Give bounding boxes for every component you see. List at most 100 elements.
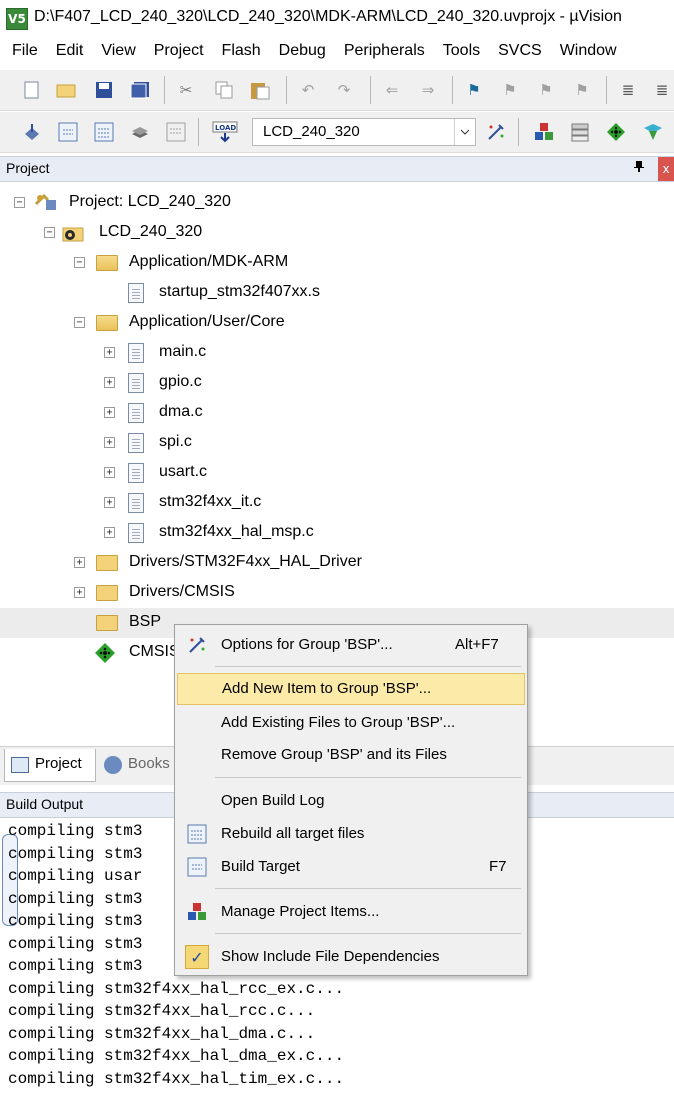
- file-icon: [128, 403, 144, 423]
- next-bookmark-icon[interactable]: ⚑: [536, 80, 556, 100]
- folder-open-icon: [96, 315, 118, 331]
- save-icon[interactable]: [94, 80, 114, 100]
- menu-flash[interactable]: Flash: [213, 36, 270, 66]
- menu-item-manage-project-items[interactable]: Manage Project Items...: [177, 896, 525, 928]
- menu-item-add-existing-files[interactable]: Add Existing Files to Group 'BSP'...: [177, 707, 525, 739]
- new-file-icon[interactable]: [22, 80, 42, 100]
- log-line: compiling stm3: [8, 890, 143, 908]
- indent-icon[interactable]: ≣: [618, 80, 638, 100]
- log-line: compiling stm32f4xx_hal_tim_ex.c...: [8, 1070, 345, 1088]
- log-line: compiling stm32f4xx_hal_dma_ex.c...: [8, 1047, 345, 1065]
- collapse-toggle-icon[interactable]: −: [14, 197, 25, 208]
- navigate-forward-icon[interactable]: ⇒: [418, 80, 438, 100]
- menu-item-open-build-log[interactable]: Open Build Log: [177, 785, 525, 817]
- tree-node-file[interactable]: + gpio.c: [0, 368, 674, 398]
- expand-toggle-icon[interactable]: +: [74, 587, 85, 598]
- translate-icon[interactable]: [22, 122, 42, 142]
- tree-node-file[interactable]: + stm32f4xx_it.c: [0, 488, 674, 518]
- menu-project[interactable]: Project: [145, 36, 213, 66]
- rebuild-icon[interactable]: [94, 122, 114, 142]
- tree-label-group: Drivers/STM32F4xx_HAL_Driver: [129, 553, 362, 570]
- tree-node-project[interactable]: − Project: LCD_240_320: [0, 188, 674, 218]
- copy-icon[interactable]: [214, 80, 234, 100]
- open-folder-icon[interactable]: [56, 80, 76, 100]
- tree-node-file[interactable]: + main.c: [0, 338, 674, 368]
- menu-view[interactable]: View: [92, 36, 144, 66]
- pin-icon[interactable]: [634, 160, 644, 176]
- log-line: compiling stm3: [8, 822, 143, 840]
- menu-window[interactable]: Window: [551, 36, 626, 66]
- tree-node-file[interactable]: + dma.c: [0, 398, 674, 428]
- project-panel-header: Project x: [0, 156, 674, 182]
- expand-toggle-icon[interactable]: +: [104, 467, 115, 478]
- expand-toggle-icon[interactable]: +: [104, 407, 115, 418]
- menu-peripherals[interactable]: Peripherals: [335, 36, 434, 66]
- tree-node-file[interactable]: + stm32f4xx_hal_msp.c: [0, 518, 674, 548]
- tree-label-file: stm32f4xx_hal_msp.c: [159, 523, 314, 540]
- clear-bookmarks-icon[interactable]: ⚑: [572, 80, 592, 100]
- manage-rte-icon[interactable]: [606, 122, 626, 142]
- paste-icon[interactable]: [250, 80, 270, 100]
- tree-node-group-user-core[interactable]: − Application/User/Core: [0, 308, 674, 338]
- menu-item-remove-group[interactable]: Remove Group 'BSP' and its Files: [177, 739, 525, 771]
- tree-node-target[interactable]: − LCD_240_320: [0, 218, 674, 248]
- tree-node-group-hal-driver[interactable]: + Drivers/STM32F4xx_HAL_Driver: [0, 548, 674, 578]
- file-icon: [128, 463, 144, 483]
- collapse-toggle-icon[interactable]: −: [44, 227, 55, 238]
- tree-label-group: Application/MDK-ARM: [129, 253, 289, 270]
- cut-icon[interactable]: ✂: [176, 80, 196, 100]
- bookmark-icon[interactable]: ⚑: [464, 80, 484, 100]
- window-title: D:\F407_LCD_240_320\LCD_240_320\MDK-ARM\…: [34, 8, 622, 25]
- unindent-icon[interactable]: ≣: [652, 80, 672, 100]
- save-all-icon[interactable]: [130, 80, 150, 100]
- toolbar-separator: [606, 76, 607, 104]
- prev-bookmark-icon[interactable]: ⚑: [500, 80, 520, 100]
- batch-build-icon[interactable]: [130, 122, 150, 142]
- chevron-down-icon[interactable]: [454, 119, 475, 145]
- menu-tools[interactable]: Tools: [434, 36, 489, 66]
- stop-build-icon[interactable]: [166, 122, 186, 142]
- menu-item-options-for-group[interactable]: Options for Group 'BSP'... Alt+F7: [177, 629, 525, 661]
- toolbar-separator: [286, 76, 287, 104]
- file-toolbar: ✂ ↶ ↷ ⇐ ⇒ ⚑ ⚑ ⚑ ⚑ ≣ ≣: [0, 70, 674, 111]
- expand-toggle-icon[interactable]: +: [104, 497, 115, 508]
- tree-node-file[interactable]: + usart.c: [0, 458, 674, 488]
- menu-debug[interactable]: Debug: [270, 36, 335, 66]
- redo-icon[interactable]: ↷: [334, 80, 354, 100]
- undo-icon[interactable]: ↶: [298, 80, 318, 100]
- manage-project-items-icon[interactable]: [534, 122, 554, 142]
- collapse-toggle-icon[interactable]: −: [74, 257, 85, 268]
- navigate-back-icon[interactable]: ⇐: [382, 80, 402, 100]
- build-icon[interactable]: [58, 122, 78, 142]
- expand-toggle-icon[interactable]: +: [104, 527, 115, 538]
- tree-node-group-mdk-arm[interactable]: − Application/MDK-ARM: [0, 248, 674, 278]
- expand-toggle-icon[interactable]: +: [104, 377, 115, 388]
- toolbar-separator: [164, 76, 165, 104]
- build-output-title: Build Output: [6, 796, 84, 812]
- log-line: compiling stm3: [8, 935, 143, 953]
- tree-node-group-cmsis[interactable]: + Drivers/CMSIS: [0, 578, 674, 608]
- tree-node-file[interactable]: + spi.c: [0, 428, 674, 458]
- menu-item-show-include-deps[interactable]: ✓ Show Include File Dependencies: [177, 941, 525, 973]
- menu-svcs[interactable]: SVCS: [489, 36, 551, 66]
- close-icon[interactable]: x: [658, 157, 674, 181]
- collapse-toggle-icon[interactable]: −: [74, 317, 85, 328]
- tab-project[interactable]: Project: [4, 749, 96, 782]
- download-load-icon[interactable]: LOAD: [212, 121, 238, 143]
- tree-label-file: spi.c: [159, 433, 192, 450]
- expand-toggle-icon[interactable]: +: [104, 437, 115, 448]
- expand-toggle-icon[interactable]: +: [74, 557, 85, 568]
- menu-edit[interactable]: Edit: [47, 36, 93, 66]
- menu-item-rebuild-all[interactable]: Rebuild all target files: [177, 818, 525, 850]
- target-select[interactable]: LCD_240_320: [252, 118, 476, 146]
- menu-separator: [215, 933, 521, 934]
- target-options-icon[interactable]: [486, 122, 506, 142]
- expand-toggle-icon[interactable]: +: [104, 347, 115, 358]
- tree-node-file-startup[interactable]: startup_stm32f407xx.s: [0, 278, 674, 308]
- menu-file[interactable]: File: [0, 36, 47, 66]
- select-packs-icon[interactable]: [570, 122, 590, 142]
- pack-installer-icon[interactable]: [642, 122, 662, 142]
- menu-item-build-target[interactable]: Build Target F7: [177, 851, 525, 883]
- tree-label-file: dma.c: [159, 403, 203, 420]
- menu-item-add-new-item[interactable]: Add New Item to Group 'BSP'...: [177, 673, 525, 705]
